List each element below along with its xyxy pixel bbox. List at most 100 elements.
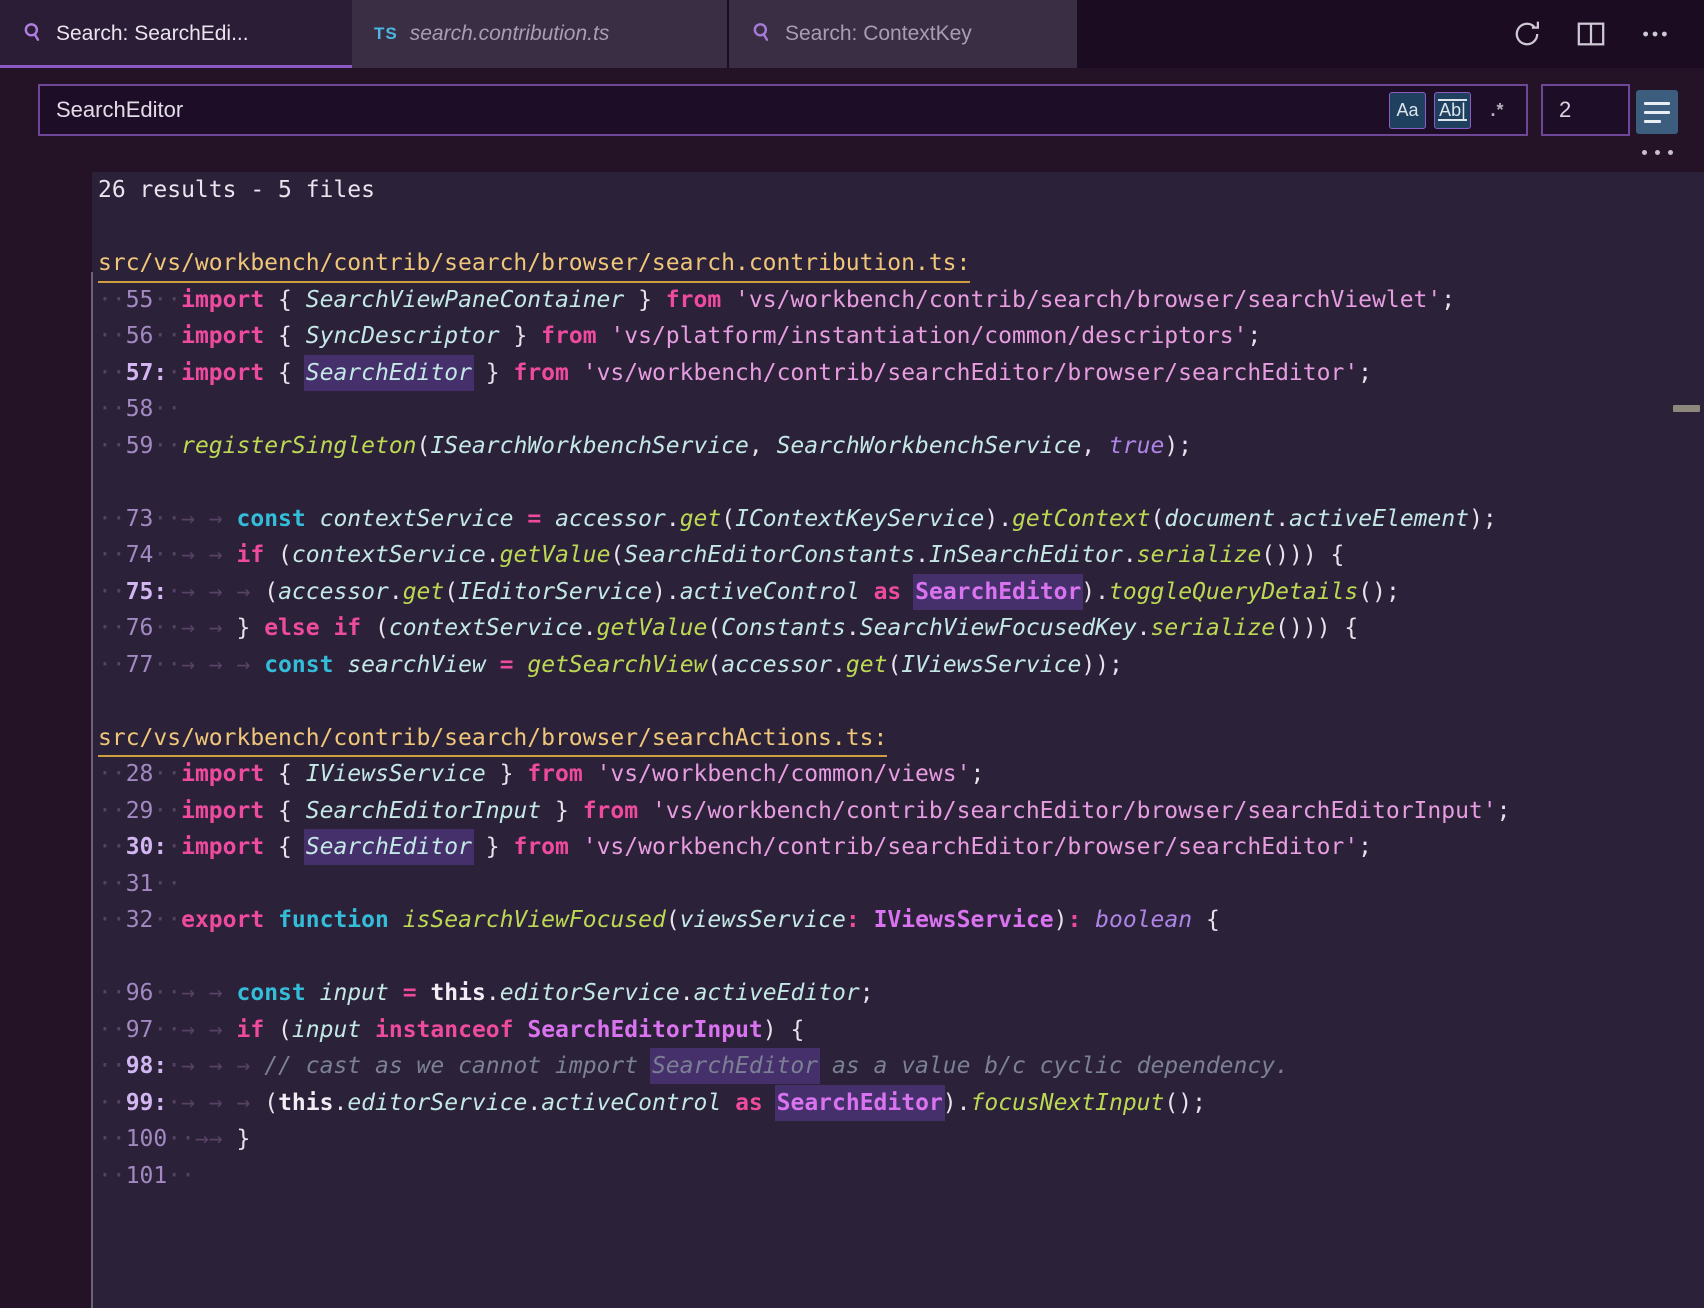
code-token [597, 323, 611, 349]
code-token: ·· [153, 396, 181, 422]
code-token: 'vs/workbench/common/views' [597, 761, 971, 787]
code-token: . [1123, 542, 1137, 568]
code-line: ··96··→ → const input = this.editorServi… [98, 975, 1704, 1012]
code-token: ( [721, 506, 735, 532]
code-token: · [167, 1053, 181, 1079]
search-results-editor[interactable]: 26 results - 5 files src/vs/workbench/con… [92, 172, 1704, 1308]
code-token [860, 907, 874, 933]
code-token: → → [181, 1017, 236, 1043]
code-token: this [430, 980, 485, 1006]
code-token: registerSingleton [181, 433, 416, 459]
code-token [569, 360, 583, 386]
code-line: ··76··→ → } else if (contextService.getV… [98, 610, 1704, 647]
code-token: (); [1164, 1090, 1206, 1116]
result-file-path[interactable]: src/vs/workbench/contrib/search/browser/… [98, 246, 970, 283]
search-match: 31 [126, 871, 154, 897]
code-token: serialize [1151, 615, 1276, 641]
code-token: ·· [98, 1090, 126, 1116]
code-token: import [181, 287, 264, 313]
code-token [583, 761, 597, 787]
code-token: ·· [153, 506, 181, 532]
code-token: ·· [153, 433, 181, 459]
search-match: 59 [126, 433, 154, 459]
code-token: . [1137, 615, 1151, 641]
search-query-input[interactable] [40, 86, 1389, 134]
code-token: → → [181, 980, 236, 1006]
whole-word-icon[interactable]: Ab| [1434, 92, 1471, 129]
code-token: → → → [181, 1053, 264, 1079]
search-match: 101 [126, 1163, 168, 1189]
result-file-path[interactable]: src/vs/workbench/contrib/search/browser/… [98, 721, 887, 758]
code-token: , [1081, 433, 1109, 459]
code-token: ·· [98, 542, 126, 568]
code-token: ( [666, 907, 680, 933]
code-token: export [181, 907, 264, 933]
code-token: → → [181, 542, 236, 568]
code-token: activeEditor [694, 980, 860, 1006]
code-token: SyncDescriptor [306, 323, 500, 349]
code-token [306, 980, 320, 1006]
code-token: ·· [98, 323, 126, 349]
tab-search-searcheditor[interactable]: Search: SearchEdi... [0, 0, 352, 68]
code-line: ··101·· [98, 1158, 1704, 1195]
code-token: SearchEditorConstants [624, 542, 915, 568]
tab-search-contribution-ts[interactable]: TSsearch.contribution.ts [352, 0, 729, 68]
search-more-icon[interactable] [1636, 150, 1678, 155]
code-token: = [500, 652, 514, 678]
match-case-icon[interactable]: Aa [1389, 92, 1426, 129]
code-token: . [680, 980, 694, 1006]
code-token [513, 506, 527, 532]
code-line: ··75:·→ → → (accessor.get(IEditorService… [98, 574, 1704, 611]
code-token: { [264, 761, 306, 787]
code-token: ·· [98, 1053, 126, 1079]
code-token: from [583, 798, 638, 824]
code-line: ··31·· [98, 866, 1704, 903]
code-token: const [237, 506, 306, 532]
code-token: from [513, 360, 568, 386]
code-token: ·· [98, 360, 126, 386]
toggle-search-details-icon[interactable] [1636, 90, 1678, 134]
blank-line [98, 939, 1704, 976]
code-token: ; [970, 761, 984, 787]
code-token: focusNextInput [971, 1090, 1165, 1116]
code-token: ; [1358, 360, 1372, 386]
code-token: ())) { [1261, 542, 1344, 568]
code-token: . [527, 1090, 541, 1116]
code-token: input [292, 1017, 361, 1043]
search-match: 29 [126, 798, 154, 824]
code-line: ··99:·→ → → (this.editorService.activeCo… [98, 1085, 1704, 1122]
code-token: ; [1441, 287, 1455, 313]
regex-icon[interactable]: .* [1479, 92, 1516, 129]
code-token: IViewsService [874, 907, 1054, 933]
code-token [417, 980, 431, 1006]
results-summary: 26 results - 5 files [98, 172, 1704, 209]
code-token: ·· [167, 1126, 195, 1152]
code-token: (); [1358, 579, 1400, 605]
tab-label: Search: SearchEdi... [56, 22, 249, 46]
search-match: 97 [126, 1017, 154, 1043]
code-token: SearchEditorInput [527, 1017, 762, 1043]
code-token: editorService [347, 1090, 527, 1116]
code-token: ; [1497, 798, 1511, 824]
code-token: ·· [98, 907, 126, 933]
code-token: instanceof [375, 1017, 513, 1043]
code-token: ·· [98, 1126, 126, 1152]
tab-search-contextkey[interactable]: Search: ContextKey [729, 0, 1079, 68]
split-editor-icon[interactable] [1570, 13, 1612, 55]
code-token [333, 652, 347, 678]
refresh-icon[interactable] [1506, 13, 1548, 55]
code-token: ; [860, 980, 874, 1006]
search-match: // cast as we cannot import [264, 1053, 652, 1079]
code-token: toggleQueryDetails [1109, 579, 1358, 605]
code-line: ··29··import { SearchEditorInput } from … [98, 793, 1704, 830]
code-token: } [472, 834, 514, 860]
context-lines-input[interactable] [1543, 97, 1628, 123]
more-actions-icon[interactable] [1634, 13, 1676, 55]
code-token: get [846, 652, 888, 678]
code-token: ( [610, 542, 624, 568]
code-token: 'vs/workbench/contrib/searchEditor/brows… [583, 360, 1358, 386]
code-token: )); [1081, 652, 1123, 678]
code-line: ··100··→→ } [98, 1121, 1704, 1158]
code-line: ··58·· [98, 391, 1704, 428]
blank-line [98, 209, 1704, 246]
